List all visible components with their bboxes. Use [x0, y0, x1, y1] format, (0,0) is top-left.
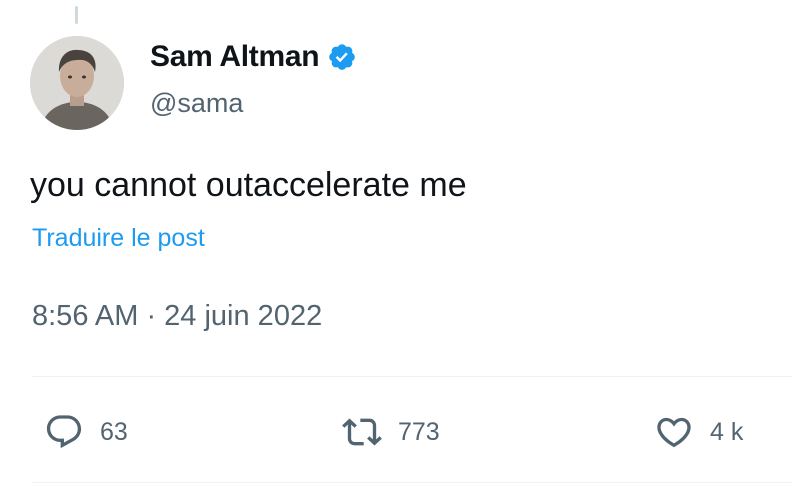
post-timestamp[interactable]: 8:56 AM · 24 juin 2022: [32, 300, 322, 333]
author-name[interactable]: Sam Altman: [150, 40, 320, 74]
reply-button[interactable]: 63: [44, 412, 128, 452]
verified-badge-icon[interactable]: [327, 42, 357, 72]
divider-top: [32, 376, 792, 377]
author-handle[interactable]: @sama: [150, 88, 243, 119]
repost-count: 773: [398, 417, 440, 446]
divider-bottom: [32, 482, 792, 483]
avatar-photo: [30, 36, 124, 130]
repost-button[interactable]: 773: [342, 412, 440, 452]
reply-count: 63: [100, 417, 128, 446]
author-name-row[interactable]: Sam Altman: [150, 40, 357, 74]
repost-icon: [342, 418, 382, 446]
post-text: you cannot outaccelerate me: [30, 166, 467, 204]
avatar[interactable]: [30, 36, 124, 130]
translate-post-link[interactable]: Traduire le post: [32, 224, 205, 253]
heart-icon: [657, 417, 691, 448]
thread-line: [75, 6, 78, 24]
like-count: 4 k: [710, 417, 744, 446]
like-button[interactable]: 4 k: [654, 412, 743, 452]
reply-icon: [46, 415, 82, 449]
